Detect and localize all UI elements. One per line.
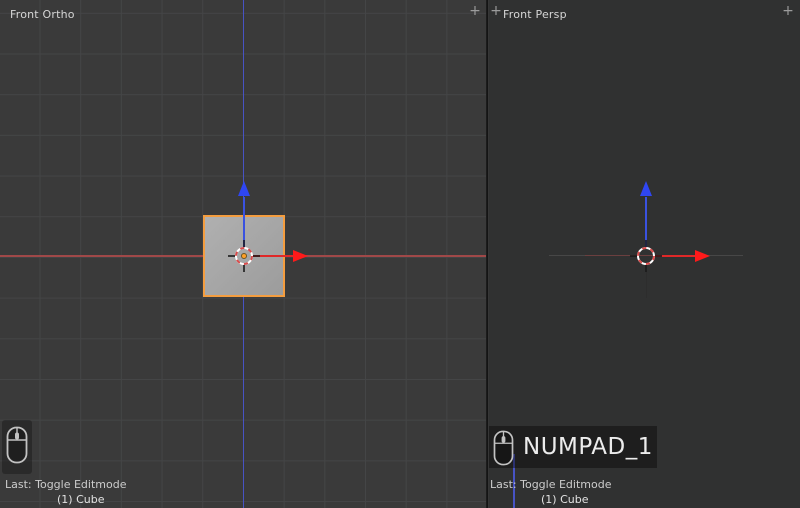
screencast-key-display: NUMPAD_1 <box>489 426 657 468</box>
viewport-front-ortho[interactable]: Front Ortho + Last: Toggle Editmode (1) … <box>0 0 487 508</box>
gizmo-x-arrow-head[interactable] <box>293 249 308 262</box>
mouse-icon <box>6 426 28 468</box>
plus-icon-expand-panel-right-viewport[interactable]: + <box>781 4 795 18</box>
3d-cursor-icon <box>630 239 662 272</box>
3d-cursor-icon <box>227 239 260 272</box>
gizmo-z-arrow-head[interactable] <box>640 181 652 196</box>
viewport-label-persp: Front Persp <box>503 8 567 21</box>
mouse-icon <box>493 430 514 470</box>
screencast-object-info: (1) Cube <box>541 493 589 506</box>
viewport-splitter-handle[interactable] <box>486 0 489 508</box>
screencast-object-info: (1) Cube <box>57 493 105 506</box>
key-pressed-label: NUMPAD_1 <box>523 434 653 460</box>
screencast-last-action: Last: Toggle Editmode <box>5 478 127 491</box>
plus-icon-expand-toolshelf-right-viewport[interactable]: + <box>489 4 503 18</box>
viewport-front-persp[interactable]: + Front Persp + NUMPAD_1 Last: Toggle Ed… <box>489 0 800 508</box>
plus-icon-expand-panel-left-viewport[interactable]: + <box>468 4 482 18</box>
blender-split-3d-view: Front Ortho + Last: Toggle Editmode (1) … <box>0 0 800 508</box>
gizmo-z-arrow-head[interactable] <box>237 181 250 196</box>
gizmo-x-arrow-head[interactable] <box>695 249 710 262</box>
screencast-last-action: Last: Toggle Editmode <box>490 478 612 491</box>
viewport-label-ortho: Front Ortho <box>10 8 75 21</box>
